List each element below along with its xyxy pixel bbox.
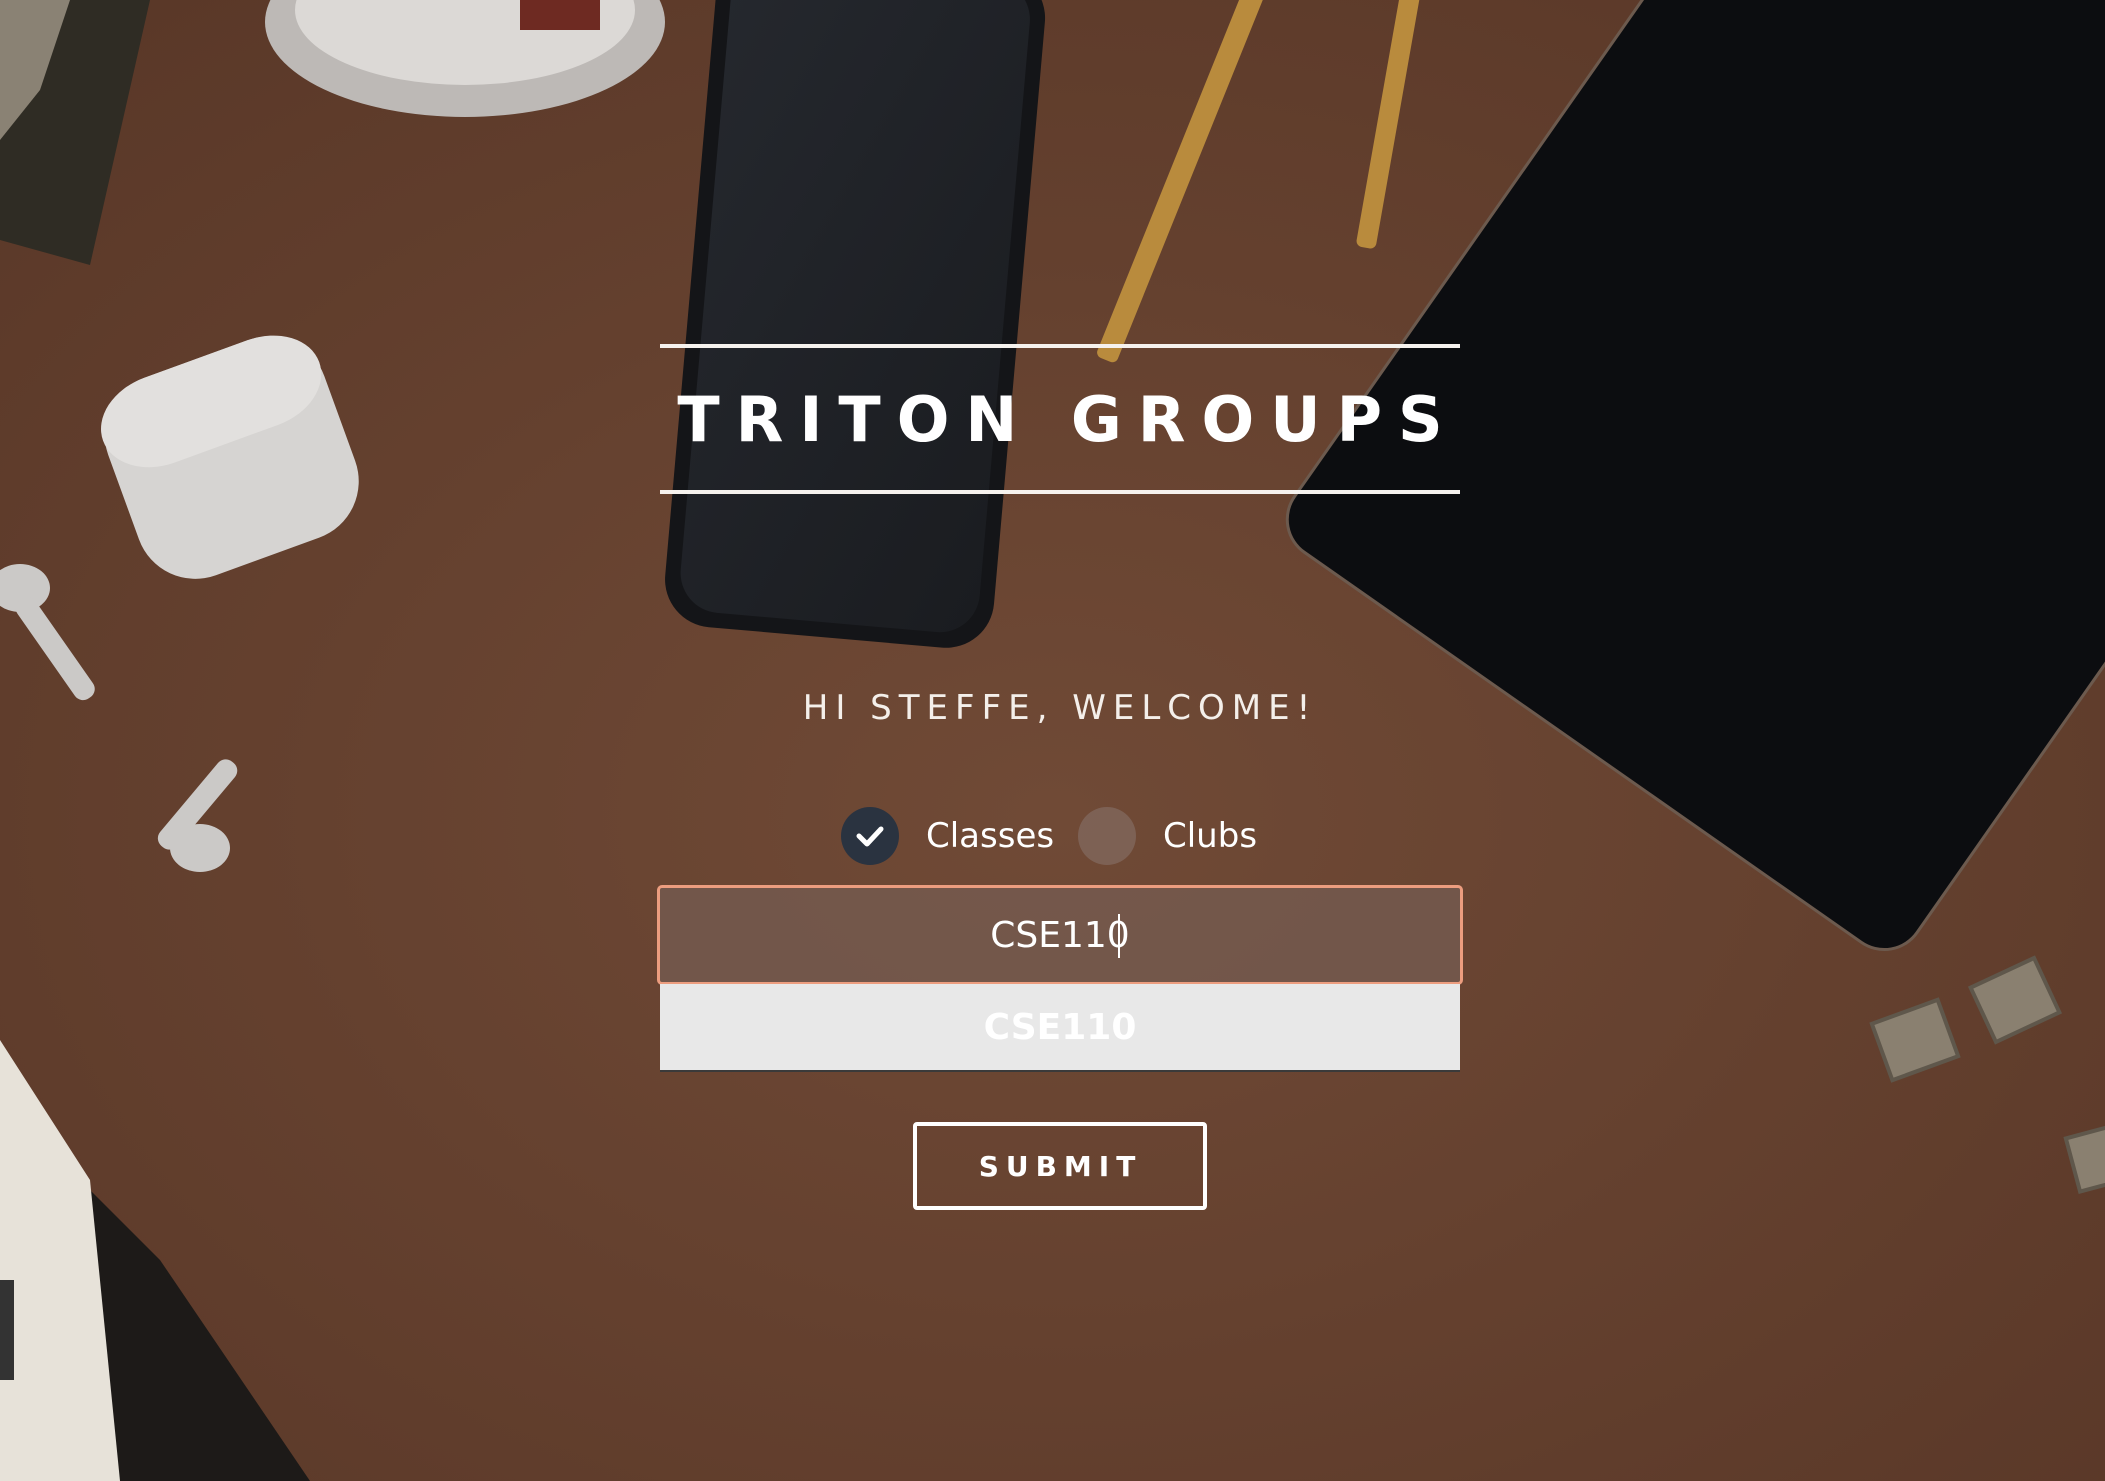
option-clubs-label: Clubs: [1163, 816, 1258, 856]
option-clubs[interactable]: Clubs: [1078, 806, 1257, 866]
option-classes[interactable]: Classes: [841, 806, 1054, 866]
radio-classes[interactable]: [841, 807, 899, 865]
option-classes-label: Classes: [926, 816, 1055, 856]
app-title: TRITON GROUPS: [677, 382, 1459, 456]
check-icon: [856, 826, 884, 847]
background-photo: [0, 0, 2105, 1481]
suggestion-label: CSE110: [983, 1006, 1137, 1048]
welcome-message: HI STEFFE, WELCOME!: [802, 688, 1318, 728]
submit-button[interactable]: SUBMIT: [913, 1122, 1207, 1210]
search-input[interactable]: [660, 888, 1460, 982]
text-cursor: [1118, 914, 1120, 958]
suggestion-item[interactable]: CSE110: [660, 984, 1460, 1072]
brand-banner: TRITON GROUPS: [660, 344, 1460, 494]
radio-clubs[interactable]: [1078, 807, 1136, 865]
search-field-container[interactable]: [657, 885, 1463, 985]
